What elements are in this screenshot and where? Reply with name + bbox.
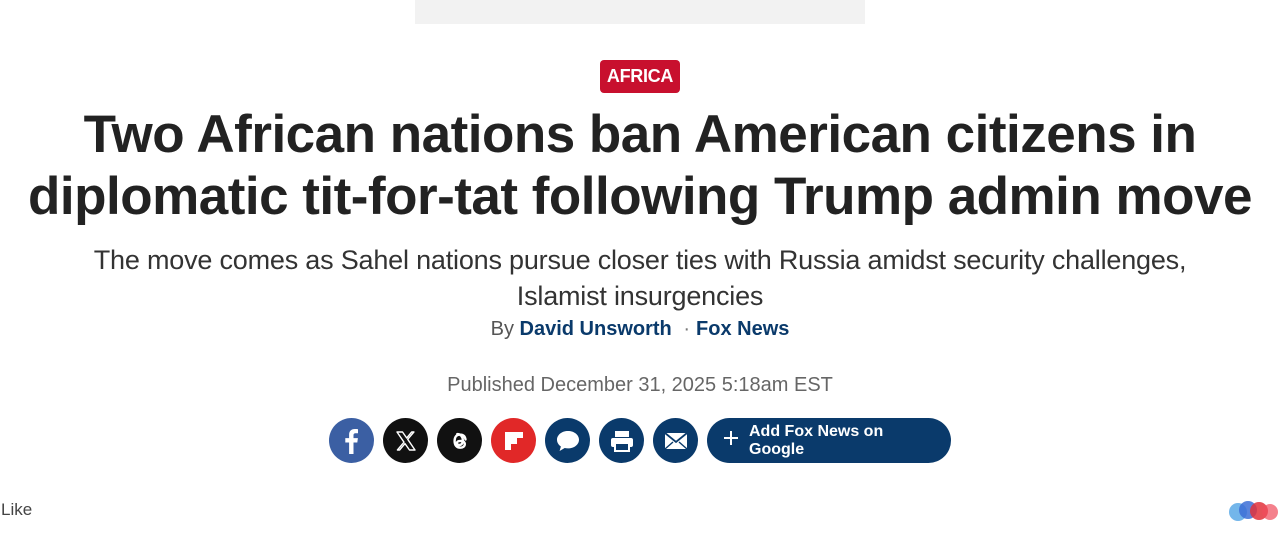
flipboard-icon: [503, 430, 525, 452]
plus-icon: [723, 430, 739, 451]
email-icon: [663, 431, 688, 450]
headline: Two African nations ban American citizen…: [28, 105, 1252, 226]
author-link[interactable]: David Unsworth: [520, 318, 672, 340]
category-tag[interactable]: AFRICA: [600, 60, 680, 93]
byline-separator: ·: [683, 318, 691, 340]
threads-icon: [448, 428, 472, 454]
reaction-icon[interactable]: [1226, 497, 1280, 525]
share-x-button[interactable]: [383, 418, 428, 463]
article-header: AFRICA Two African nations ban American …: [0, 0, 1280, 542]
share-email-button[interactable]: [653, 418, 698, 463]
share-bar: Add Fox News on Google: [329, 418, 951, 463]
print-icon: [609, 429, 635, 453]
share-threads-button[interactable]: [437, 418, 482, 463]
print-button[interactable]: [599, 418, 644, 463]
byline: By David Unsworth · Fox News: [0, 315, 1280, 343]
like-label[interactable]: Like: [1, 500, 32, 520]
share-facebook-button[interactable]: [329, 418, 374, 463]
publish-date: Published December 31, 2025 5:18am EST: [447, 374, 833, 396]
share-flipboard-button[interactable]: [491, 418, 536, 463]
byline-prefix: By: [490, 318, 514, 340]
google-button-label: Add Fox News on Google: [749, 422, 884, 458]
comments-button[interactable]: [545, 418, 590, 463]
ad-slot: [415, 0, 865, 24]
subheadline: The move comes as Sahel nations pursue c…: [93, 245, 1187, 311]
comment-icon: [555, 429, 581, 453]
facebook-icon: [341, 428, 363, 454]
outlet-link[interactable]: Fox News: [696, 318, 789, 340]
x-icon: [395, 430, 417, 452]
add-fox-news-google-button[interactable]: Add Fox News on Google: [707, 418, 951, 463]
